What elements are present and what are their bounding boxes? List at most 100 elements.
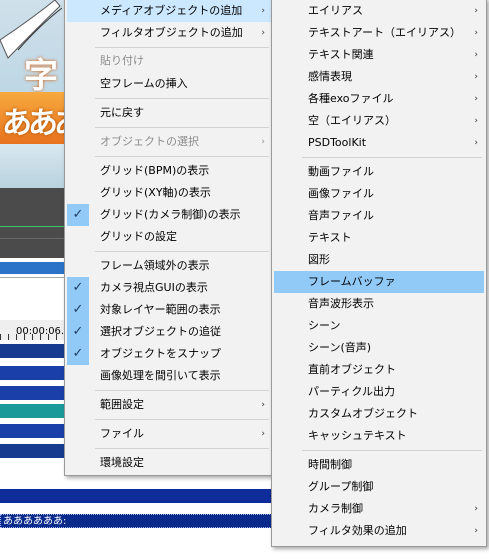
submenu-item-shape[interactable]: 図形 — [274, 249, 484, 271]
menu-separator — [95, 47, 269, 48]
menu-item-grid-bpm[interactable]: グリッド(BPM)の表示 — [67, 160, 271, 182]
ruler-ticks — [0, 334, 70, 340]
menu-item-label: テキスト関連 — [308, 48, 374, 61]
timeline-header-panel — [0, 277, 70, 321]
menu-item-label: 感情表現 — [308, 70, 352, 83]
submenu-arrow-icon: › — [474, 50, 478, 60]
menu-item-label: シーン(音声) — [308, 341, 372, 354]
menu-item-select-object[interactable]: オブジェクトの選択 › — [67, 131, 271, 153]
menu-item-label: 環境設定 — [100, 456, 144, 469]
menu-item-label: PSDToolKit — [308, 136, 367, 149]
media-object-submenu: エイリアス › テキストアート（エイリアス） › テキスト関連 › 感情表現 ›… — [271, 0, 487, 547]
menu-item-label: 動画ファイル — [308, 165, 374, 178]
timeline-track[interactable] — [0, 424, 70, 438]
submenu-item-text[interactable]: テキスト — [274, 227, 484, 249]
check-icon: ✓ — [67, 277, 89, 299]
menu-item-label: グループ制御 — [308, 480, 374, 493]
menu-item-label: 時間制御 — [308, 458, 352, 471]
menu-item-label: テキスト — [308, 231, 352, 244]
menu-item-paste[interactable]: 貼り付け — [67, 50, 271, 72]
menu-item-range-settings[interactable]: 範囲設定 › — [67, 394, 271, 416]
time-ruler[interactable]: 00:00:06.0 — [0, 320, 70, 340]
timeline-track[interactable] — [0, 444, 70, 458]
menu-item-label: 選択オブジェクトの追従 — [100, 325, 221, 338]
submenu-item-custom-object[interactable]: カスタムオブジェクト — [274, 403, 484, 425]
submenu-item-frame-buffer[interactable]: フレームバッファ — [274, 271, 484, 293]
submenu-item-text-related[interactable]: テキスト関連 › — [274, 44, 484, 66]
timeline-track[interactable] — [0, 404, 70, 418]
menu-item-label: 画像処理を間引いて表示 — [100, 369, 221, 382]
timeline-track[interactable] — [0, 344, 70, 358]
menu-separator — [302, 157, 482, 158]
submenu-arrow-icon: › — [261, 429, 265, 439]
timeline-track[interactable] — [0, 386, 70, 400]
menu-item-grid-camera[interactable]: ✓ グリッド(カメラ制御)の表示 — [67, 204, 271, 226]
submenu-item-emotion[interactable]: 感情表現 › — [274, 66, 484, 88]
menu-item-snap-objects[interactable]: ✓ オブジェクトをスナップ — [67, 343, 271, 365]
submenu-arrow-icon: › — [474, 28, 478, 38]
menu-item-label: グリッド(カメラ制御)の表示 — [100, 208, 241, 221]
menu-item-label: グリッドの設定 — [100, 230, 177, 243]
preview-title-char: 字 — [24, 56, 58, 96]
submenu-item-image-file[interactable]: 画像ファイル — [274, 183, 484, 205]
submenu-item-add-filter-effect[interactable]: フィルタ効果の追加 › — [274, 520, 484, 542]
submenu-arrow-icon: › — [474, 504, 478, 514]
text-object-track[interactable]: ああああああ: — [0, 514, 272, 528]
menu-item-label: 対象レイヤー範囲の表示 — [100, 303, 221, 316]
submenu-arrow-icon: › — [474, 138, 478, 148]
submenu-item-text-art[interactable]: テキストアート（エイリアス） › — [274, 22, 484, 44]
seek-bar[interactable] — [0, 262, 70, 274]
submenu-item-empty-alias[interactable]: 空（エイリアス） › — [274, 110, 484, 132]
submenu-arrow-icon: › — [261, 28, 265, 38]
submenu-item-exo-files[interactable]: 各種exoファイル › — [274, 88, 484, 110]
submenu-item-time-control[interactable]: 時間制御 — [274, 454, 484, 476]
menu-item-layer-range[interactable]: ✓ 対象レイヤー範囲の表示 — [67, 299, 271, 321]
menu-item-file[interactable]: ファイル › — [67, 423, 271, 445]
submenu-item-previous-object[interactable]: 直前オブジェクト — [274, 359, 484, 381]
menu-item-label: カスタムオブジェクト — [308, 407, 418, 420]
submenu-item-video-file[interactable]: 動画ファイル — [274, 161, 484, 183]
submenu-item-psdtoolkit[interactable]: PSDToolKit › — [274, 132, 484, 154]
menu-item-label: エイリアス — [308, 4, 363, 17]
menu-item-label: グリッド(BPM)の表示 — [100, 164, 210, 177]
check-icon: ✓ — [67, 204, 89, 226]
menu-separator — [95, 390, 269, 391]
audio-waveform-area — [0, 188, 70, 258]
submenu-item-cache-text[interactable]: キャッシュテキスト — [274, 425, 484, 447]
submenu-item-scene[interactable]: シーン — [274, 315, 484, 337]
menu-item-add-media-object[interactable]: メディアオブジェクトの追加 › — [67, 0, 271, 22]
submenu-item-group-control[interactable]: グループ制御 — [274, 476, 484, 498]
submenu-item-camera-control[interactable]: カメラ制御 › — [274, 498, 484, 520]
check-icon: ✓ — [67, 299, 89, 321]
menu-item-follow-selection[interactable]: ✓ 選択オブジェクトの追従 — [67, 321, 271, 343]
menu-item-label: メディアオブジェクトの追加 — [100, 4, 243, 17]
timeline-track[interactable] — [0, 489, 272, 503]
timeline-track[interactable] — [0, 366, 70, 380]
submenu-item-particle-output[interactable]: パーティクル出力 — [274, 381, 484, 403]
menu-item-label: 空フレームの挿入 — [100, 77, 188, 90]
menu-item-undo[interactable]: 元に戻す — [67, 102, 271, 124]
check-icon: ✓ — [67, 321, 89, 343]
menu-item-label: フレーム領域外の表示 — [100, 259, 210, 272]
menu-item-insert-empty-frame[interactable]: 空フレームの挿入 — [67, 73, 271, 95]
menu-item-label: 画像ファイル — [308, 187, 374, 200]
preview-banner: あああ — [0, 92, 70, 144]
menu-item-label: グリッド(XY軸)の表示 — [100, 186, 211, 199]
submenu-item-scene-audio[interactable]: シーン(音声) — [274, 337, 484, 359]
menu-item-thin-rendering[interactable]: 画像処理を間引いて表示 — [67, 365, 271, 387]
menu-item-grid-xy[interactable]: グリッド(XY軸)の表示 — [67, 182, 271, 204]
menu-item-label: フィルタ効果の追加 — [308, 524, 407, 537]
submenu-item-audio-file[interactable]: 音声ファイル — [274, 205, 484, 227]
menu-item-label: テキストアート（エイリアス） — [308, 26, 462, 39]
menu-item-grid-settings[interactable]: グリッドの設定 — [67, 226, 271, 248]
submenu-item-audio-waveform[interactable]: 音声波形表示 — [274, 293, 484, 315]
menu-item-show-outside-frame[interactable]: フレーム領域外の表示 — [67, 255, 271, 277]
menu-separator — [302, 450, 482, 451]
menu-item-add-filter-object[interactable]: フィルタオブジェクトの追加 › — [67, 22, 271, 44]
submenu-item-alias[interactable]: エイリアス › — [274, 0, 484, 22]
menu-separator — [95, 251, 269, 252]
menu-separator — [95, 419, 269, 420]
menu-item-preferences[interactable]: 環境設定 — [67, 452, 271, 474]
menu-item-camera-gui[interactable]: ✓ カメラ視点GUIの表示 — [67, 277, 271, 299]
submenu-arrow-icon: › — [474, 72, 478, 82]
